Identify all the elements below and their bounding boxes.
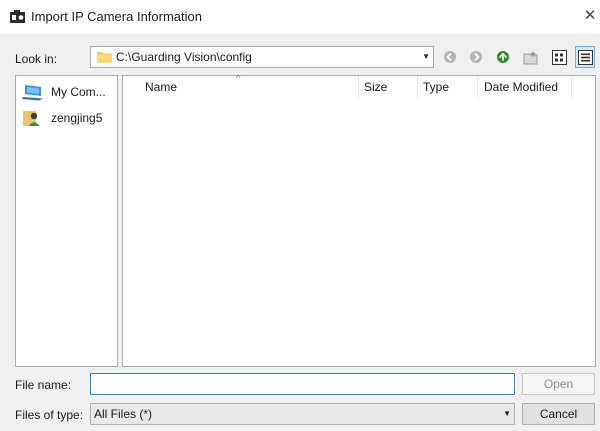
close-button[interactable]: ✕: [582, 6, 598, 26]
new-folder-icon: [523, 50, 538, 64]
column-header-date-modified[interactable]: Date Modified: [484, 80, 558, 94]
camera-app-icon: [10, 10, 25, 23]
open-button[interactable]: Open: [522, 373, 595, 395]
look-in-label: Look in:: [15, 52, 58, 66]
list-view-button[interactable]: [549, 46, 569, 68]
look-in-combo[interactable]: C:\Guarding Vision\config ▼: [90, 46, 434, 68]
up-folder-button[interactable]: [493, 46, 513, 68]
forward-icon: [470, 51, 482, 63]
files-of-type-value: All Files (*): [94, 407, 153, 421]
file-name-label: File name:: [15, 378, 72, 392]
files-of-type-label: Files of type:: [15, 408, 84, 422]
files-of-type-select[interactable]: All Files (*) ▼: [90, 403, 515, 425]
column-divider[interactable]: [571, 76, 572, 98]
forward-button[interactable]: [466, 46, 486, 68]
title-bar: Import IP Camera Information ✕: [0, 0, 600, 34]
user-folder-icon: [23, 111, 40, 126]
column-header-size[interactable]: Size: [364, 80, 387, 94]
column-divider[interactable]: [358, 76, 359, 98]
sidebar-item-label: zengjing5: [51, 111, 103, 125]
places-sidebar: My Com... zengjing5: [15, 75, 118, 367]
column-divider[interactable]: [477, 76, 478, 98]
sort-ascending-icon: ^: [236, 73, 241, 83]
folder-icon: [97, 52, 112, 63]
file-name-input[interactable]: [90, 373, 515, 395]
up-folder-icon: [497, 51, 509, 63]
sidebar-item-my-computer[interactable]: My Com...: [16, 80, 117, 104]
sidebar-item-label: My Com...: [51, 85, 106, 99]
column-divider[interactable]: [417, 76, 418, 98]
sidebar-item-user[interactable]: zengjing5: [16, 106, 117, 130]
computer-icon: [22, 85, 43, 101]
back-button[interactable]: [440, 46, 460, 68]
chevron-down-icon[interactable]: ▼: [422, 52, 430, 61]
cancel-button[interactable]: Cancel: [522, 403, 595, 425]
chevron-down-icon[interactable]: ▼: [503, 409, 511, 418]
window-title: Import IP Camera Information: [31, 9, 202, 24]
file-list[interactable]: Name ^ Size Type Date Modified: [122, 73, 596, 367]
back-icon: [444, 51, 456, 63]
look-in-path: C:\Guarding Vision\config: [116, 50, 252, 64]
new-folder-button[interactable]: [521, 46, 541, 68]
details-view-icon: [577, 49, 593, 65]
column-header-name[interactable]: Name: [145, 80, 177, 94]
column-header-type[interactable]: Type: [423, 80, 449, 94]
list-view-icon: [551, 49, 567, 65]
details-view-button[interactable]: [575, 46, 595, 68]
